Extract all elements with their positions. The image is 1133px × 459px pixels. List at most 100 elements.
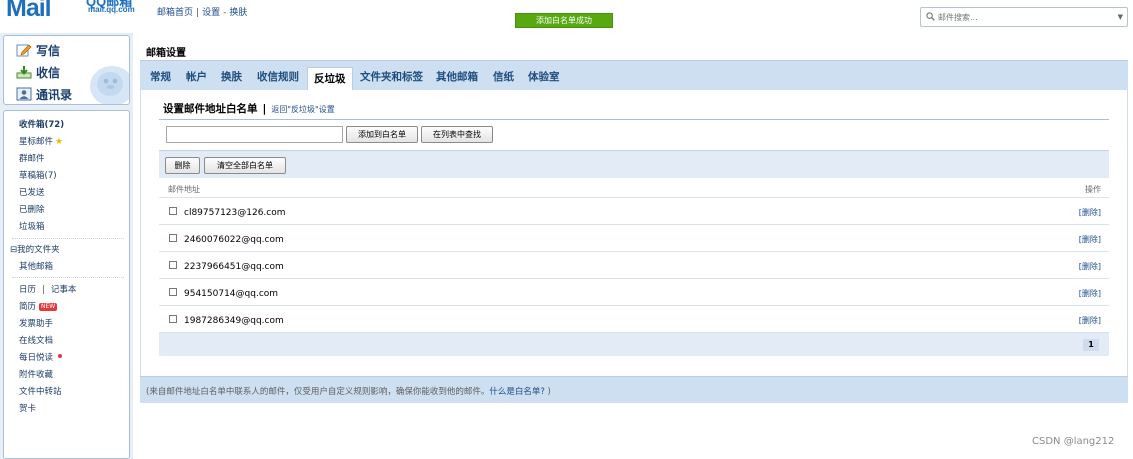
page-title: 邮箱设置 <box>146 48 186 59</box>
settings-tab-bar: 常规 帐户 换肤 收信规则 反垃圾 文件夹和标签 其他邮箱 信纸 体验室 <box>140 60 1128 92</box>
link-greeting-cards[interactable]: 贺卡 <box>19 402 36 414</box>
qq-mail-logo[interactable]: Mail QQ邮箱 mail.qq.com <box>6 0 135 22</box>
row-delete-link[interactable]: [删除] <box>1079 234 1101 245</box>
row-delete-link[interactable]: [删除] <box>1079 315 1101 326</box>
tab-other-mailbox[interactable]: 其他邮箱 <box>436 69 478 84</box>
link-invoice-helper[interactable]: 发票助手 <box>19 317 53 329</box>
footer-note: (来自邮件地址白名单中联系人的邮件，仅受用户自定义规则影响，确保你能收到他的邮件… <box>146 385 551 397</box>
contacts-button[interactable]: 通讯录 <box>16 86 72 104</box>
folder-spam[interactable]: 垃圾箱 <box>19 220 45 232</box>
link-mail-home[interactable]: 邮箱首页 <box>157 8 193 18</box>
link-online-docs[interactable]: 在线文档 <box>19 334 53 346</box>
divider <box>159 119 1109 120</box>
folder-deleted[interactable]: 已删除 <box>19 203 45 215</box>
column-header-action: 操作 <box>1085 185 1101 194</box>
table-row: 2460076022@qq.com [删除] <box>159 225 1109 252</box>
pagination-bar: 1 <box>159 333 1109 356</box>
compose-label: 写信 <box>36 44 61 58</box>
add-to-whitelist-button[interactable]: 添加到白名单 <box>346 126 418 143</box>
row-checkbox[interactable] <box>169 207 177 215</box>
contacts-icon <box>16 87 32 101</box>
clear-whitelist-button[interactable]: 清空全部白名单 <box>204 157 286 174</box>
new-badge: NEW <box>39 303 58 311</box>
logo-text: Mail <box>6 0 52 22</box>
tab-mail-rules[interactable]: 收信规则 <box>257 69 299 84</box>
logo-url: mail.qq.com <box>88 5 135 14</box>
row-delete-link[interactable]: [删除] <box>1079 288 1101 299</box>
tab-general[interactable]: 常规 <box>150 69 171 84</box>
folder-starred-label: 星标邮件 <box>19 137 54 147</box>
separator: | <box>196 8 200 18</box>
row-address: cl89757123@126.com <box>184 208 286 218</box>
tab-skin[interactable]: 换肤 <box>221 69 242 84</box>
search-icon <box>926 12 935 21</box>
folder-group-mail[interactable]: 群邮件 <box>19 152 45 164</box>
resume-label: 简历 <box>19 302 37 312</box>
section-title-row: 设置邮件地址白名单 | 返回"反垃圾"设置 <box>163 101 335 116</box>
settings-main: 邮箱设置 常规 帐户 换肤 收信规则 反垃圾 文件夹和标签 其他邮箱 信纸 体验… <box>140 36 1128 459</box>
whitelist-panel: 设置邮件地址白名单 | 返回"反垃圾"设置 添加到白名单 在列表中查找 删除 清空全… <box>140 90 1128 376</box>
folder-inbox[interactable]: 收件箱(72) <box>19 118 64 130</box>
divider <box>12 238 124 239</box>
row-checkbox[interactable] <box>169 288 177 296</box>
row-checkbox[interactable] <box>169 315 177 323</box>
tab-anti-spam[interactable]: 反垃圾 <box>307 67 353 92</box>
folder-list: 收件箱(72) 星标邮件 ★ 群邮件 草稿箱(7) 已发送 已删除 垃圾箱 ⊟我的… <box>3 110 130 459</box>
row-delete-link[interactable]: [删除] <box>1079 207 1101 218</box>
footer-note-text: (来自邮件地址白名单中联系人的邮件，仅受用户自定义规则影响，确保你能收到他的邮件… <box>146 387 490 397</box>
page-number[interactable]: 1 <box>1083 339 1099 351</box>
what-is-whitelist-link[interactable]: 什么是白名单? <box>489 387 545 397</box>
link-daily-reading[interactable]: 每日悦读 <box>19 351 63 363</box>
folder-sent[interactable]: 已发送 <box>19 186 45 198</box>
table-row: 2237966451@qq.com [删除] <box>159 252 1109 279</box>
pencil-icon <box>16 44 32 57</box>
daily-reading-label: 每日悦读 <box>19 353 54 363</box>
row-delete-link[interactable]: [删除] <box>1079 261 1101 272</box>
contacts-label: 通讯录 <box>36 88 73 102</box>
link-resume[interactable]: 简历 NEW <box>19 300 58 312</box>
row-address: 2460076022@qq.com <box>184 235 284 245</box>
separator: | <box>262 103 267 115</box>
inbox-download-icon <box>16 66 32 79</box>
link-settings[interactable]: 设置 <box>202 8 220 18</box>
table-row: 1987286349@qq.com [删除] <box>159 306 1109 333</box>
receive-label: 收信 <box>36 66 61 80</box>
back-to-anti-spam-link[interactable]: 返回"反垃圾"设置 <box>271 105 334 114</box>
footer-note-bar: (来自邮件地址白名单中联系人的邮件，仅受用户自定义规则影响，确保你能收到他的邮件… <box>140 376 1128 403</box>
success-toast: 添加白名单成功 <box>515 13 613 28</box>
link-notebook[interactable]: 记事本 <box>51 285 77 295</box>
quick-actions-panel: 写信 收信 通讯录 <box>3 35 130 105</box>
tab-account[interactable]: 帐户 <box>186 69 207 84</box>
separator: - <box>223 8 227 18</box>
whitelist-address-input[interactable] <box>166 126 343 143</box>
tab-lab[interactable]: 体验室 <box>528 69 560 84</box>
table-header: 邮件地址 操作 <box>159 178 1109 198</box>
unread-dot <box>58 354 63 358</box>
table-row: cl89757123@126.com [删除] <box>159 198 1109 225</box>
folder-my-folders[interactable]: ⊟我的文件夹 <box>10 243 60 255</box>
link-attachments[interactable]: 附件收藏 <box>19 368 53 380</box>
top-bar: Mail QQ邮箱 mail.qq.com 邮箱首页 | 设置 - 换肤 添加白名单成功… <box>0 0 1133 33</box>
delete-button[interactable]: 删除 <box>165 157 200 174</box>
folder-drafts[interactable]: 草稿箱(7) <box>19 169 57 181</box>
footer-note-close: ) <box>544 387 551 397</box>
row-address: 1987286349@qq.com <box>184 316 284 326</box>
tab-folders-labels[interactable]: 文件夹和标签 <box>360 69 423 84</box>
link-file-transfer[interactable]: 文件中转站 <box>19 385 62 397</box>
mail-search-box[interactable]: ▼ <box>920 7 1128 27</box>
folder-starred[interactable]: 星标邮件 ★ <box>19 135 63 147</box>
compose-button[interactable]: 写信 <box>16 42 60 60</box>
receive-button[interactable]: 收信 <box>16 64 60 82</box>
link-calendar[interactable]: 日历 <box>19 285 36 295</box>
row-checkbox[interactable] <box>169 234 177 242</box>
row-address: 954150714@qq.com <box>184 289 279 299</box>
find-in-list-button[interactable]: 在列表中查找 <box>421 126 493 143</box>
row-address: 2237966451@qq.com <box>184 262 284 272</box>
row-checkbox[interactable] <box>169 261 177 269</box>
tab-stationery[interactable]: 信纸 <box>493 69 514 84</box>
link-skin[interactable]: 换肤 <box>229 8 247 18</box>
folder-other-mailbox[interactable]: 其他邮箱 <box>19 260 53 272</box>
top-links: 邮箱首页 | 设置 - 换肤 <box>157 5 247 18</box>
search-input[interactable] <box>938 10 1108 24</box>
chevron-down-icon[interactable]: ▼ <box>1118 13 1123 21</box>
